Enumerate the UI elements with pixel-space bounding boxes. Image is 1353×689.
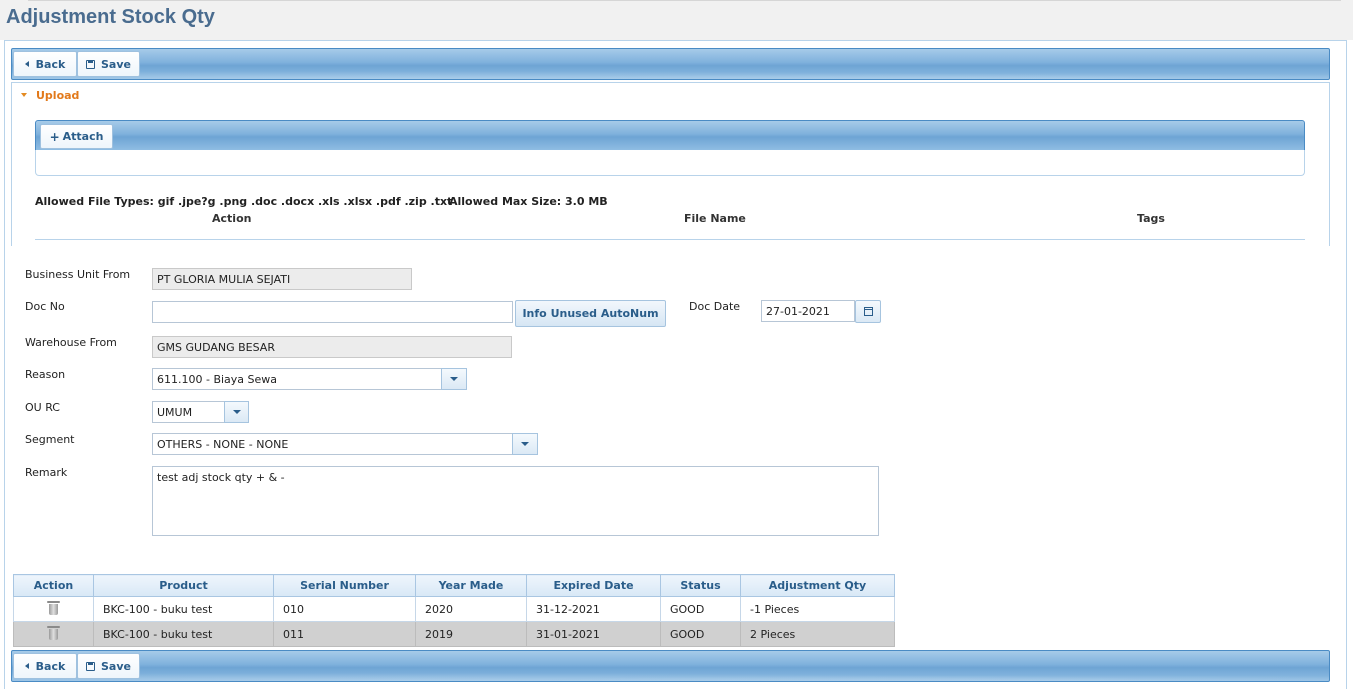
warehouse-label: Warehouse From: [25, 336, 117, 349]
chevron-down-icon: [232, 410, 241, 414]
trash-icon[interactable]: [47, 625, 60, 640]
file-column-tags: Tags: [1137, 212, 1165, 225]
expired-date-cell: 31-01-2021: [526, 621, 661, 647]
column-header-status[interactable]: Status: [660, 574, 741, 597]
ou-rc-select[interactable]: [152, 401, 225, 423]
allowed-max-size: Allowed Max Size: 3.0 MB: [449, 195, 608, 208]
expired-date-cell: 31-12-2021: [526, 596, 661, 622]
column-header-year-made[interactable]: Year Made: [415, 574, 527, 597]
file-column-file-name: File Name: [684, 212, 746, 225]
reason-label: Reason: [25, 368, 66, 381]
table-header-row: Action Product Serial Number Year Made E…: [13, 574, 895, 597]
serial-number-cell: 011: [273, 621, 416, 647]
segment-select[interactable]: [152, 433, 513, 455]
info-unused-autonum-button[interactable]: Info Unused AutoNum: [515, 300, 666, 327]
back-button[interactable]: Back: [13, 653, 77, 679]
adjustment-items-table: Action Product Serial Number Year Made E…: [13, 574, 895, 647]
upload-section-label: Upload: [36, 89, 80, 102]
doc-date-label: Doc Date: [689, 300, 741, 313]
trash-icon[interactable]: [47, 600, 60, 615]
reason-dropdown-button[interactable]: [441, 368, 467, 390]
column-header-serial-number[interactable]: Serial Number: [273, 574, 416, 597]
business-unit-field: [152, 268, 412, 290]
doc-no-label: Doc No: [25, 300, 65, 313]
back-arrow-icon: [24, 61, 29, 67]
save-button[interactable]: Save: [77, 653, 140, 679]
allowed-file-types: Allowed File Types: gif .jpe?g .png .doc…: [35, 195, 453, 208]
remark-label: Remark: [25, 466, 68, 479]
attach-toolbar: + Attach: [35, 120, 1305, 151]
file-list-divider: [35, 239, 1305, 240]
bottom-toolbar: Back Save: [11, 650, 1330, 682]
doc-no-input[interactable]: [152, 301, 513, 323]
save-button-label: Save: [101, 659, 131, 673]
ou-rc-label: OU RC: [25, 401, 60, 414]
remark-textarea[interactable]: test adj stock qty + & -: [152, 466, 879, 536]
adjustment-qty-cell: -1 Pieces: [740, 596, 895, 622]
save-button-label: Save: [101, 57, 131, 71]
status-cell: GOOD: [660, 621, 741, 647]
table-row[interactable]: BKC-100 - buku test 010 2020 31-12-2021 …: [13, 596, 895, 622]
header-divider: [28, 0, 1341, 1]
product-cell: BKC-100 - buku test: [93, 596, 274, 622]
chevron-down-icon: [450, 377, 458, 381]
upload-section-header[interactable]: Upload: [11, 82, 1330, 107]
calendar-icon: [863, 307, 873, 316]
serial-number-cell: 010: [273, 596, 416, 622]
attachment-drop-area[interactable]: [35, 150, 1305, 176]
reason-select[interactable]: [152, 368, 442, 390]
product-cell: BKC-100 - buku test: [93, 621, 274, 647]
doc-date-input[interactable]: [761, 300, 855, 322]
adjustment-qty-cell: 2 Pieces: [740, 621, 895, 647]
column-header-adjustment-qty[interactable]: Adjustment Qty: [740, 574, 895, 597]
back-button[interactable]: Back: [13, 51, 77, 77]
year-made-cell: 2020: [415, 596, 527, 622]
business-unit-label: Business Unit From: [25, 268, 131, 281]
back-arrow-icon: [24, 663, 29, 669]
attach-button[interactable]: + Attach: [40, 124, 113, 149]
table-row[interactable]: BKC-100 - buku test 011 2019 31-01-2021 …: [13, 621, 895, 647]
page-title: Adjustment Stock Qty: [6, 6, 215, 28]
row-action-cell: [13, 621, 94, 647]
floppy-disk-icon: [86, 661, 95, 671]
floppy-disk-icon: [86, 59, 95, 69]
plus-icon: +: [49, 129, 60, 144]
warehouse-field: [152, 336, 512, 358]
row-action-cell: [13, 596, 94, 622]
collapse-triangle-icon: [21, 93, 27, 97]
column-header-product[interactable]: Product: [93, 574, 274, 597]
chevron-down-icon: [521, 442, 529, 446]
segment-dropdown-button[interactable]: [512, 433, 538, 455]
status-cell: GOOD: [660, 596, 741, 622]
column-header-action[interactable]: Action: [13, 574, 94, 597]
column-header-expired-date[interactable]: Expired Date: [526, 574, 661, 597]
year-made-cell: 2019: [415, 621, 527, 647]
back-button-label: Back: [35, 57, 66, 71]
segment-label: Segment: [25, 433, 75, 446]
back-button-label: Back: [35, 659, 66, 673]
top-toolbar: Back Save: [11, 48, 1330, 80]
save-button[interactable]: Save: [77, 51, 140, 77]
attach-button-label: Attach: [62, 130, 104, 143]
ou-rc-dropdown-button[interactable]: [224, 401, 249, 423]
date-picker-button[interactable]: [855, 300, 881, 323]
file-column-action: Action: [212, 212, 252, 225]
